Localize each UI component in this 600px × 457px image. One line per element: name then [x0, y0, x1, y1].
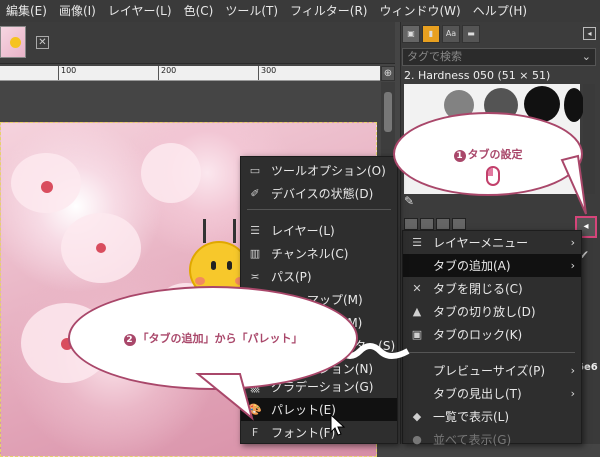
- menu-help[interactable]: ヘルプ(H): [467, 0, 533, 22]
- ruler-tick: 100: [58, 66, 76, 80]
- menu-item-lock-tab[interactable]: ▣ タブのロック(K): [403, 323, 581, 346]
- layers-icon: ☰: [412, 236, 422, 249]
- document-history-tab[interactable]: ▬: [462, 25, 480, 43]
- detach-icon: ▲: [412, 305, 422, 318]
- fonts-tab[interactable]: Aa: [442, 25, 460, 43]
- callout-pointer: [195, 373, 254, 421]
- close-tab-icon[interactable]: ✕: [36, 36, 49, 49]
- step-number-badge: 1: [453, 150, 466, 162]
- edit-brush-icon[interactable]: ✎: [404, 194, 414, 208]
- dock-menu-icon[interactable]: ◂: [583, 27, 596, 40]
- bee-thumbnail-icon: [10, 37, 21, 48]
- brushes-tab[interactable]: ▣: [402, 25, 420, 43]
- step-number-badge: 2: [123, 334, 136, 346]
- menu-item-preview-size[interactable]: プレビューサイズ(P) ›: [403, 359, 581, 382]
- submenu-item-fonts[interactable]: F フォント(F): [241, 421, 397, 444]
- layers-icon: ☰: [250, 224, 260, 237]
- paths-icon: ≍: [250, 270, 260, 283]
- image-tab-thumbnail[interactable]: [0, 26, 26, 58]
- ruler-tick: 300: [258, 66, 276, 80]
- menu-image[interactable]: 画像(I): [53, 0, 102, 22]
- tag-search-input[interactable]: タグで検索 ⌄: [402, 48, 596, 66]
- channels-tab-icon[interactable]: [420, 218, 434, 230]
- lock-icon: ▣: [411, 328, 423, 341]
- menu-filters[interactable]: フィルター(R): [284, 0, 373, 22]
- menu-item-detach-tab[interactable]: ▲ タブの切り放し(D): [403, 300, 581, 323]
- mouse-cursor-icon: [330, 414, 346, 436]
- menu-separator: [409, 352, 575, 353]
- radio-selected-icon: ◆: [412, 410, 422, 423]
- menu-item-tab-style[interactable]: タブの見出し(T) ›: [403, 382, 581, 405]
- radio-icon: ●: [412, 433, 422, 446]
- tab-menu: ☰ レイヤーメニュー › タブの追加(A) › ✕ タブを閉じる(C) ▲ タブの切り放し…: [402, 230, 582, 447]
- menubar: 編集(E) 画像(I) レイヤー(L) 色(C) ツール(T) フィルター(R)…: [0, 0, 600, 22]
- ruler-tick: 200: [158, 66, 176, 80]
- submenu-item-channels[interactable]: ▥ チャンネル(C): [241, 242, 397, 265]
- image-tab-strip: [0, 22, 395, 64]
- undo-tab-icon[interactable]: [452, 218, 466, 230]
- tool-options-icon: ▭: [249, 164, 261, 177]
- submenu-item-layers[interactable]: ☰ レイヤー(L): [241, 219, 397, 242]
- paths-tab-icon[interactable]: [436, 218, 450, 230]
- menu-edit[interactable]: 編集(E): [0, 0, 53, 22]
- menu-item-close-tab[interactable]: ✕ タブを閉じる(C): [403, 277, 581, 300]
- callout-tab-settings: 1 タブの設定: [393, 112, 583, 196]
- menu-item-add-tab[interactable]: タブの追加(A) ›: [403, 254, 581, 277]
- dock-tabs: ▣ ▮ Aa ▬: [402, 24, 598, 44]
- menu-item-view-as-list[interactable]: ◆ 一覧で表示(L): [403, 405, 581, 428]
- patterns-tab[interactable]: ▮: [422, 25, 440, 43]
- mouse-click-icon: [486, 166, 500, 186]
- callout-text: 「タブの追加」から「パレット」: [137, 332, 303, 345]
- tag-search-placeholder: タグで検索: [407, 50, 462, 63]
- brush-name: 2. Hardness 050 (51 × 51): [404, 69, 551, 82]
- menu-separator: [247, 209, 391, 210]
- device-status-icon: ✐: [250, 187, 260, 200]
- callout-text: タブの設定: [467, 148, 523, 161]
- horizontal-ruler: 100 200 300: [0, 66, 380, 81]
- menu-item-view-as-grid[interactable]: ● 並べて表示(G): [403, 428, 581, 451]
- bee-antenna-left: [203, 219, 206, 243]
- bee-antenna-right: [233, 219, 236, 243]
- submenu-item-tool-options[interactable]: ▭ ツールオプション(O): [241, 159, 397, 182]
- menu-tools[interactable]: ツール(T): [219, 0, 284, 22]
- submenu-item-device-status[interactable]: ✐ デバイスの状態(D): [241, 182, 397, 205]
- menu-layer[interactable]: レイヤー(L): [102, 0, 178, 22]
- chevron-down-icon[interactable]: ⌄: [582, 49, 591, 65]
- channels-icon: ▥: [249, 247, 261, 260]
- menu-item-layer-menu[interactable]: ☰ レイヤーメニュー ›: [403, 231, 581, 254]
- layers-tab-icon[interactable]: [404, 218, 418, 230]
- font-icon: F: [251, 426, 259, 439]
- callout-pointer: [560, 154, 587, 215]
- menu-windows[interactable]: ウィンドウ(W): [373, 0, 466, 22]
- submenu-item-paths[interactable]: ≍ パス(P): [241, 265, 397, 288]
- scrollbar-thumb[interactable]: [384, 92, 392, 132]
- menu-color[interactable]: 色(C): [178, 0, 220, 22]
- close-x-icon: ✕: [412, 282, 422, 295]
- navigate-icon[interactable]: ⊕: [381, 66, 395, 81]
